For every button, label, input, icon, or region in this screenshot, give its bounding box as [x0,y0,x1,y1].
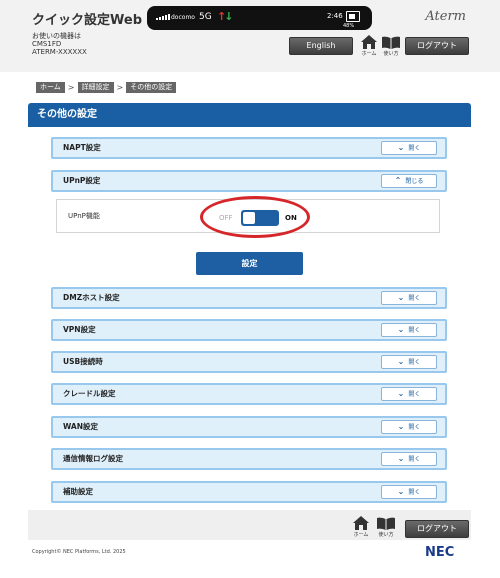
help-button[interactable]: 使い方 [380,35,402,59]
device-model: CMS1FD [32,40,62,48]
open-button[interactable]: ⌄ 開く [381,485,437,499]
panel-cradle[interactable]: クレードル設定 ⌄ 開く [51,383,447,405]
open-button[interactable]: ⌄ 開く [381,323,437,337]
book-icon [382,36,400,49]
close-button[interactable]: ⌃ 閉じる [381,174,437,188]
breadcrumb-home[interactable]: ホーム [36,81,65,93]
chevron-down-icon: ⌄ [397,389,405,398]
open-label: 開く [408,359,421,366]
upnp-function-label: UPnP機能 [68,212,100,220]
home-icon [361,35,377,49]
clock: 2:46 [327,12,343,20]
panel-title: NAPT設定 [63,143,101,152]
device-caption: お使いの機器は [32,32,81,40]
logout-button-top[interactable]: ログアウト [405,37,469,55]
device-status-bar: docomo 5G ↑↓ 2:46 48% [147,6,372,30]
panel-aux[interactable]: 補助設定 ⌄ 開く [51,481,447,503]
open-label: 開く [408,489,421,496]
panel-dmz[interactable]: DMZホスト設定 ⌄ 開く [51,287,447,309]
breadcrumb-current: その他の設定 [126,81,177,93]
close-label: 閉じる [405,178,424,185]
open-button[interactable]: ⌄ 開く [381,355,437,369]
device-name: ATERM-XXXXXX [32,48,87,56]
highlight-circle [200,196,310,238]
home-icon [353,516,369,530]
breadcrumb-advanced[interactable]: 詳細設定 [77,81,114,93]
chevron-down-icon: ⌄ [397,293,405,302]
panel-upnp[interactable]: UPnP設定 ⌃ 閉じる [51,170,447,192]
open-button[interactable]: ⌄ 開く [381,452,437,466]
panel-title: 補助設定 [63,487,93,496]
panel-title: USB接続時 [63,357,103,366]
battery-icon [346,11,360,22]
open-button[interactable]: ⌄ 開く [381,387,437,401]
carrier-name: docomo [171,14,195,21]
open-label: 開く [408,295,421,302]
nec-logo: NEC [425,545,455,560]
english-button[interactable]: English [289,37,353,55]
open-button[interactable]: ⌄ 開く [381,420,437,434]
panel-title: WAN設定 [63,422,99,431]
breadcrumb: ホーム > 詳細設定 > その他の設定 [36,81,177,93]
chevron-down-icon: ⌄ [397,357,405,366]
brand-logo: Aterm [425,9,466,24]
app-title: クイック設定Web [32,13,142,28]
panel-vpn[interactable]: VPN設定 ⌄ 開く [51,319,447,341]
panel-title: VPN設定 [63,325,96,334]
book-icon [377,517,395,530]
signal-strength-icon [156,14,170,20]
panel-title: DMZホスト設定 [63,293,120,302]
open-label: 開く [408,145,421,152]
battery-percent: 48% [343,23,355,29]
open-button[interactable]: ⌄ 開く [381,141,437,155]
set-button[interactable]: 設定 [196,252,303,275]
chevron-down-icon: ⌄ [397,422,405,431]
help-label: 使い方 [378,532,394,538]
data-transfer-icon: ↑↓ [217,10,234,23]
footer-help-button[interactable]: 使い方 [375,516,397,540]
page-title: その他の設定 [28,103,471,127]
open-label: 開く [408,424,421,431]
footer-home-button[interactable]: ホーム [350,516,372,540]
header: クイック設定Web お使いの機器は CMS1FD ATERM-XXXXXX do… [0,0,500,72]
copyright: Copyright© NEC Platforms, Ltd. 2025 [32,549,126,555]
chevron-down-icon: ⌄ [397,487,405,496]
panel-title: 通信情報ログ設定 [63,454,123,463]
panel-usb[interactable]: USB接続時 ⌄ 開く [51,351,447,373]
breadcrumb-separator: > [116,82,124,92]
panel-wan[interactable]: WAN設定 ⌄ 開く [51,416,447,438]
open-label: 開く [408,456,421,463]
panel-title: クレードル設定 [63,389,116,398]
chevron-down-icon: ⌄ [397,454,405,463]
breadcrumb-separator: > [67,82,75,92]
chevron-up-icon: ⌃ [394,176,402,185]
panel-title: UPnP設定 [63,176,101,185]
open-button[interactable]: ⌄ 開く [381,291,437,305]
network-type: 5G [199,12,212,22]
help-label: 使い方 [383,51,399,57]
panel-log[interactable]: 通信情報ログ設定 ⌄ 開く [51,448,447,470]
chevron-down-icon: ⌄ [397,325,405,334]
logout-button-bottom[interactable]: ログアウト [405,520,469,538]
open-label: 開く [408,391,421,398]
panel-napt[interactable]: NAPT設定 ⌄ 開く [51,137,447,159]
open-label: 開く [408,327,421,334]
device-info: お使いの機器は CMS1FD ATERM-XXXXXX [32,32,87,56]
chevron-down-icon: ⌄ [397,143,405,152]
